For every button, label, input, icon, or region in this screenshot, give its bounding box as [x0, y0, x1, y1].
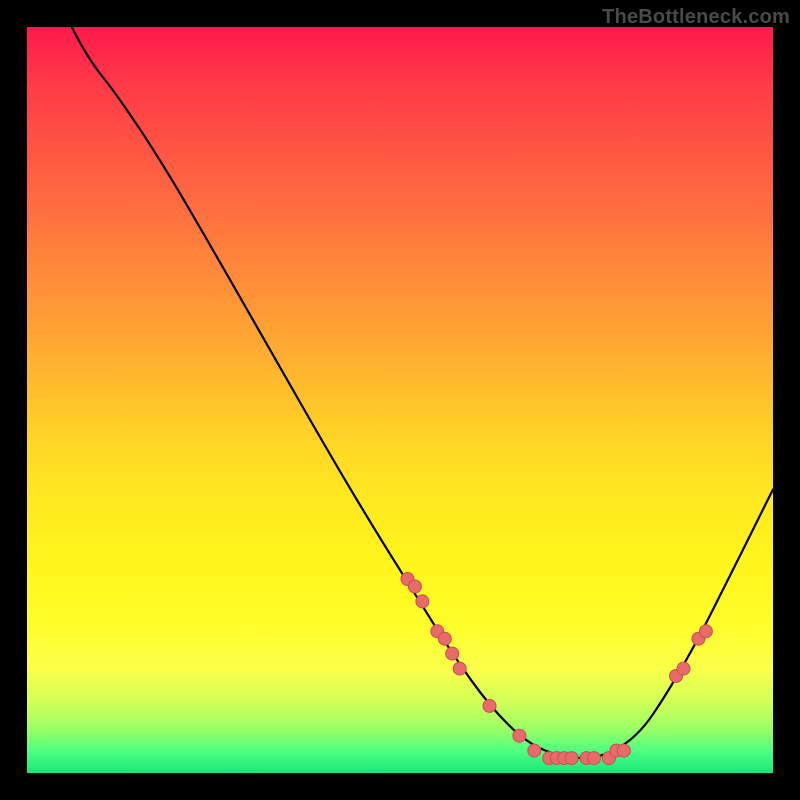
- data-point: [528, 744, 541, 757]
- data-point: [617, 744, 630, 757]
- data-point: [513, 729, 526, 742]
- data-point: [408, 580, 421, 593]
- chart-svg: [27, 27, 773, 773]
- chart-plot-area: [27, 27, 773, 773]
- data-point: [453, 662, 466, 675]
- data-point: [446, 647, 459, 660]
- bottleneck-curve: [72, 27, 773, 758]
- data-point: [699, 625, 712, 638]
- data-point: [565, 752, 578, 765]
- data-point: [588, 752, 601, 765]
- data-point: [438, 632, 451, 645]
- data-point: [677, 662, 690, 675]
- watermark-text: TheBottleneck.com: [602, 6, 790, 29]
- data-point: [416, 595, 429, 608]
- data-point: [483, 699, 496, 712]
- data-points-group: [401, 573, 712, 765]
